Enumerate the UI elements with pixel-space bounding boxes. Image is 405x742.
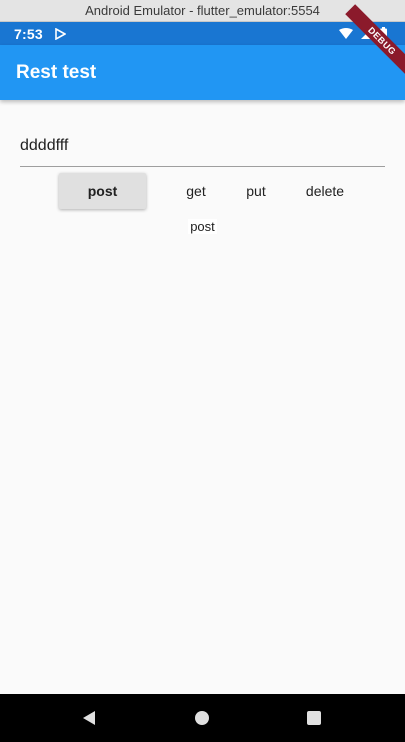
put-button[interactable]: put (230, 173, 282, 209)
text-input[interactable]: ddddfff (20, 125, 385, 167)
wifi-icon (339, 26, 353, 42)
status-time: 7:53 (14, 25, 43, 42)
home-icon[interactable] (190, 706, 214, 730)
app-bar-title: Rest test (16, 61, 97, 83)
status-bar: 7:53 (0, 22, 405, 45)
button-row: post get put delete (0, 173, 405, 209)
app-bar: Rest test (0, 45, 405, 100)
navigation-bar (0, 694, 405, 742)
post-button[interactable]: post (59, 173, 146, 209)
delete-button[interactable]: delete (296, 173, 354, 209)
play-store-icon (55, 27, 66, 40)
result-area: post (0, 219, 405, 234)
get-button[interactable]: get (170, 173, 222, 209)
recents-icon[interactable] (302, 706, 326, 730)
text-input-value: ddddfff (20, 136, 69, 154)
back-icon[interactable] (77, 706, 101, 730)
window-titlebar: Android Emulator - flutter_emulator:5554 (0, 0, 405, 22)
window-title: Android Emulator - flutter_emulator:5554 (85, 3, 320, 18)
result-text: post (188, 219, 217, 234)
